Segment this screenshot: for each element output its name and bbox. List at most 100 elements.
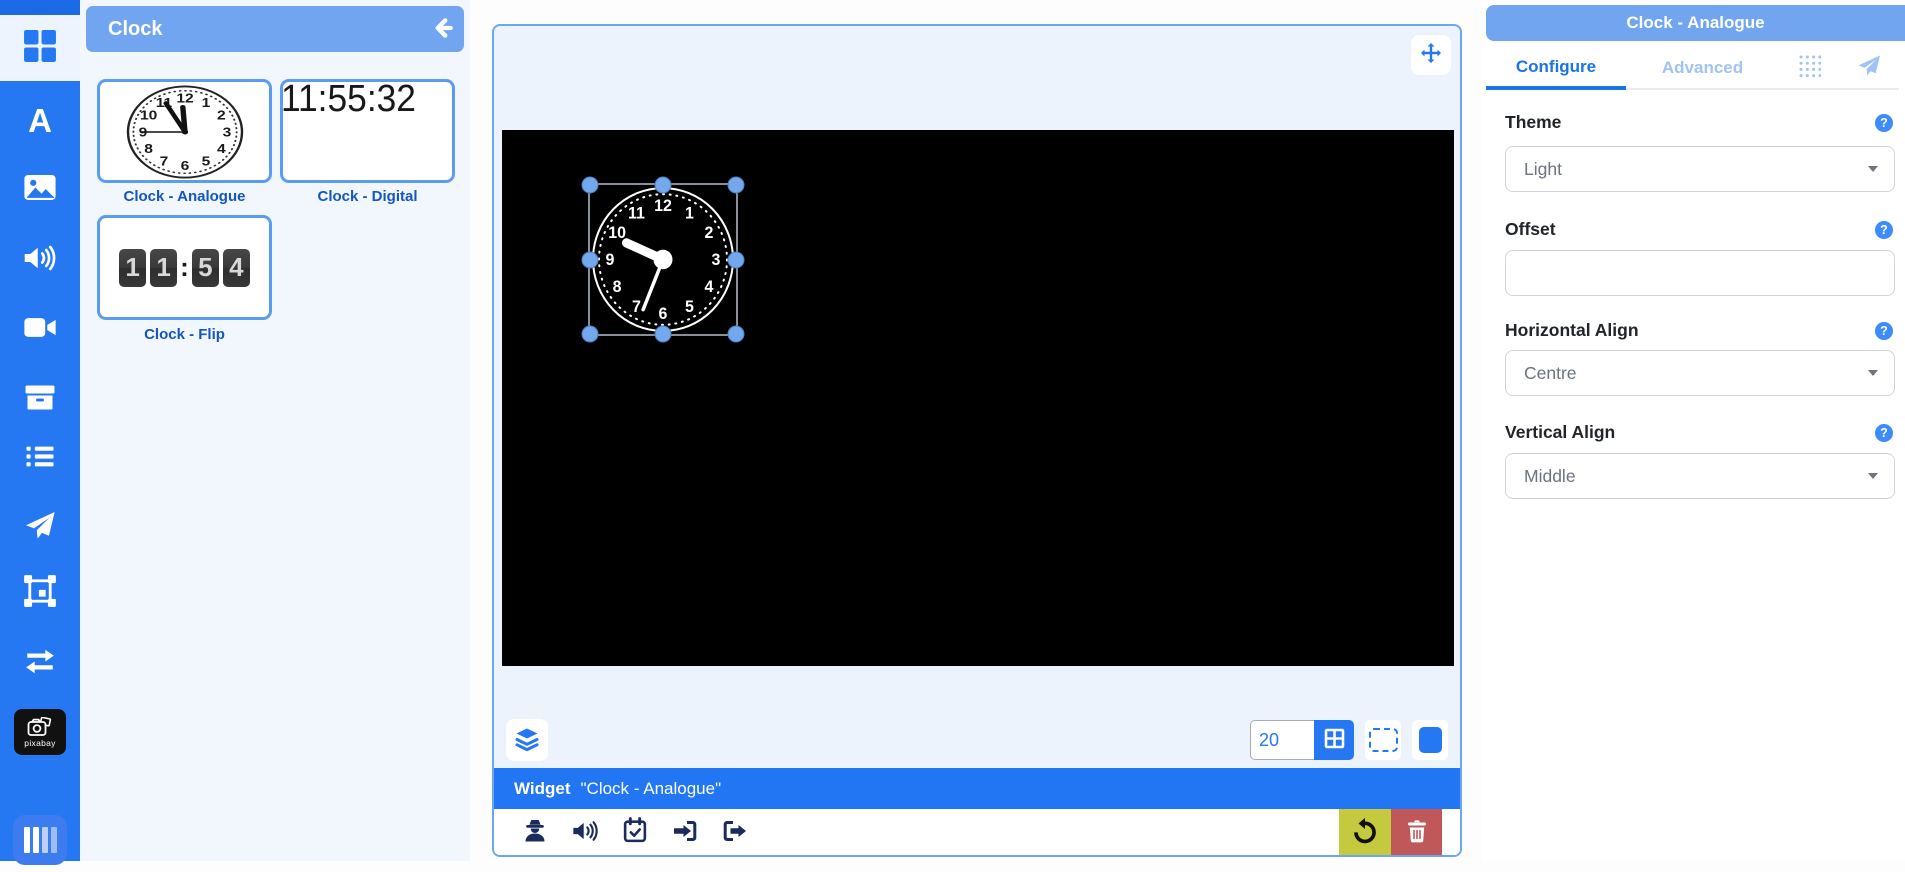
volume-icon bbox=[572, 819, 599, 846]
solid-screen-button[interactable] bbox=[1412, 720, 1448, 760]
widget-audio-button[interactable] bbox=[570, 812, 600, 852]
swap-arrows-icon bbox=[23, 649, 57, 679]
chevron-down-icon bbox=[1868, 473, 1878, 479]
transition-in-button[interactable] bbox=[670, 812, 700, 852]
svg-text:10: 10 bbox=[139, 108, 157, 122]
grid-size-input[interactable] bbox=[1250, 720, 1314, 760]
theme-select[interactable]: Light bbox=[1505, 146, 1895, 192]
delete-widget-button[interactable] bbox=[1391, 809, 1442, 855]
resize-handle-bottom-right[interactable] bbox=[728, 326, 745, 343]
stage-toolbar bbox=[494, 712, 1460, 768]
horizontal-align-value: Centre bbox=[1524, 363, 1577, 384]
solid-rectangle-icon bbox=[1419, 727, 1442, 753]
svg-text:9: 9 bbox=[606, 251, 615, 269]
tab-advanced[interactable]: Advanced bbox=[1626, 48, 1779, 90]
library-title: Clock bbox=[108, 18, 420, 41]
snap-grid-button[interactable] bbox=[1314, 720, 1354, 760]
digital-clock-thumbnail: 11:55:32 bbox=[281, 80, 440, 118]
svg-text:2: 2 bbox=[704, 224, 713, 242]
fit-screen-button[interactable] bbox=[1365, 720, 1401, 760]
sidebar-item-transitions[interactable] bbox=[0, 632, 80, 696]
tab-configure[interactable]: Configure bbox=[1486, 48, 1626, 90]
grid-icon bbox=[1324, 728, 1345, 752]
flip-digit: 5 bbox=[192, 249, 219, 287]
svg-text:3: 3 bbox=[712, 251, 721, 269]
analogue-clock-thumbnail: 123456789101112 bbox=[125, 84, 245, 180]
sidebar-item-send[interactable] bbox=[0, 496, 80, 560]
selected-widget-clock-analogue[interactable]: 123456789101112 bbox=[588, 183, 738, 336]
resize-handle-top[interactable] bbox=[655, 177, 672, 194]
list-icon bbox=[24, 444, 56, 474]
sidebar-top-strip bbox=[0, 0, 80, 15]
svg-text:7: 7 bbox=[632, 298, 641, 316]
app-root: A bbox=[0, 0, 1905, 861]
resize-handle-top-right[interactable] bbox=[728, 177, 745, 194]
paper-plane-icon bbox=[23, 510, 57, 547]
svg-text:2: 2 bbox=[217, 108, 226, 122]
layers-button[interactable] bbox=[506, 719, 548, 761]
inspector-panel: Clock - Analogue Configure Advanced Them… bbox=[1482, 0, 1905, 861]
resize-handle-bottom-left[interactable] bbox=[582, 326, 599, 343]
frame-icon bbox=[23, 574, 57, 613]
library-item-clock-analogue[interactable]: 123456789101112 bbox=[97, 79, 272, 183]
image-icon bbox=[23, 174, 57, 206]
sidebar: A bbox=[0, 0, 80, 861]
horizontal-align-select[interactable]: Centre bbox=[1505, 350, 1895, 396]
help-icon[interactable]: ? bbox=[1875, 221, 1893, 239]
help-icon[interactable]: ? bbox=[1875, 322, 1893, 340]
collapse-panel-button[interactable] bbox=[420, 7, 464, 51]
resize-handle-right[interactable] bbox=[728, 251, 745, 268]
flip-colon: : bbox=[180, 252, 189, 283]
library-item-clock-digital[interactable]: 11:55:32 bbox=[280, 79, 455, 183]
sidebar-item-archive[interactable] bbox=[0, 368, 80, 432]
vertical-align-select[interactable]: Middle bbox=[1505, 453, 1895, 499]
sidebar-item-pixabay[interactable]: pixabay bbox=[0, 700, 80, 764]
sidebar-item-frame[interactable] bbox=[0, 561, 80, 625]
inspector-tabs: Configure Advanced bbox=[1486, 48, 1905, 90]
svg-text:8: 8 bbox=[144, 142, 153, 156]
sidebar-item-audio[interactable] bbox=[0, 228, 80, 292]
queue-bars-icon bbox=[13, 815, 67, 865]
sidebar-item-video[interactable] bbox=[0, 298, 80, 362]
schedule-button[interactable] bbox=[620, 812, 650, 852]
offset-input[interactable] bbox=[1505, 250, 1895, 296]
chevron-down-icon bbox=[1868, 166, 1878, 172]
paper-plane-icon bbox=[1857, 54, 1881, 83]
display-preview[interactable]: 123456789101112 bbox=[502, 130, 1454, 666]
sidebar-item-image[interactable] bbox=[0, 158, 80, 222]
help-icon[interactable]: ? bbox=[1875, 424, 1893, 442]
svg-text:6: 6 bbox=[180, 158, 189, 172]
widget-bar-prefix: Widget bbox=[514, 779, 571, 799]
sidebar-item-queue[interactable] bbox=[0, 808, 80, 872]
svg-text:4: 4 bbox=[704, 278, 713, 296]
sidebar-item-text[interactable]: A bbox=[0, 88, 80, 152]
pixabay-label: pixabay bbox=[24, 738, 55, 748]
flip-digit: 1 bbox=[150, 249, 177, 287]
incognito-button[interactable] bbox=[520, 812, 550, 852]
tab-grid[interactable] bbox=[1779, 48, 1839, 90]
sidebar-item-widgets[interactable] bbox=[0, 15, 80, 81]
undo-icon bbox=[1351, 817, 1379, 848]
dotted-grid-icon bbox=[1798, 54, 1821, 82]
volume-icon bbox=[23, 244, 57, 277]
widget-status-bar: Widget "Clock - Analogue" bbox=[494, 768, 1460, 809]
resize-handle-bottom[interactable] bbox=[655, 326, 672, 343]
calendar-check-icon bbox=[622, 817, 648, 847]
svg-text:6: 6 bbox=[659, 305, 668, 323]
move-canvas-button[interactable] bbox=[1411, 35, 1451, 75]
svg-text:1: 1 bbox=[685, 204, 694, 222]
video-camera-icon bbox=[23, 315, 57, 345]
sidebar-item-playlist[interactable] bbox=[0, 427, 80, 491]
widget-action-row bbox=[494, 809, 1460, 855]
resize-handle-top-left[interactable] bbox=[582, 177, 599, 194]
help-icon[interactable]: ? bbox=[1875, 114, 1893, 132]
layers-icon bbox=[514, 726, 540, 755]
transition-out-button[interactable] bbox=[720, 812, 750, 852]
chevron-down-icon bbox=[1868, 370, 1878, 376]
undo-button[interactable] bbox=[1339, 809, 1391, 855]
tab-send[interactable] bbox=[1839, 48, 1899, 90]
stage[interactable]: 123456789101112 bbox=[494, 26, 1460, 712]
library-item-clock-flip[interactable]: 1 1 : 5 4 bbox=[97, 215, 272, 320]
sign-out-icon bbox=[722, 818, 748, 847]
resize-handle-left[interactable] bbox=[582, 251, 599, 268]
